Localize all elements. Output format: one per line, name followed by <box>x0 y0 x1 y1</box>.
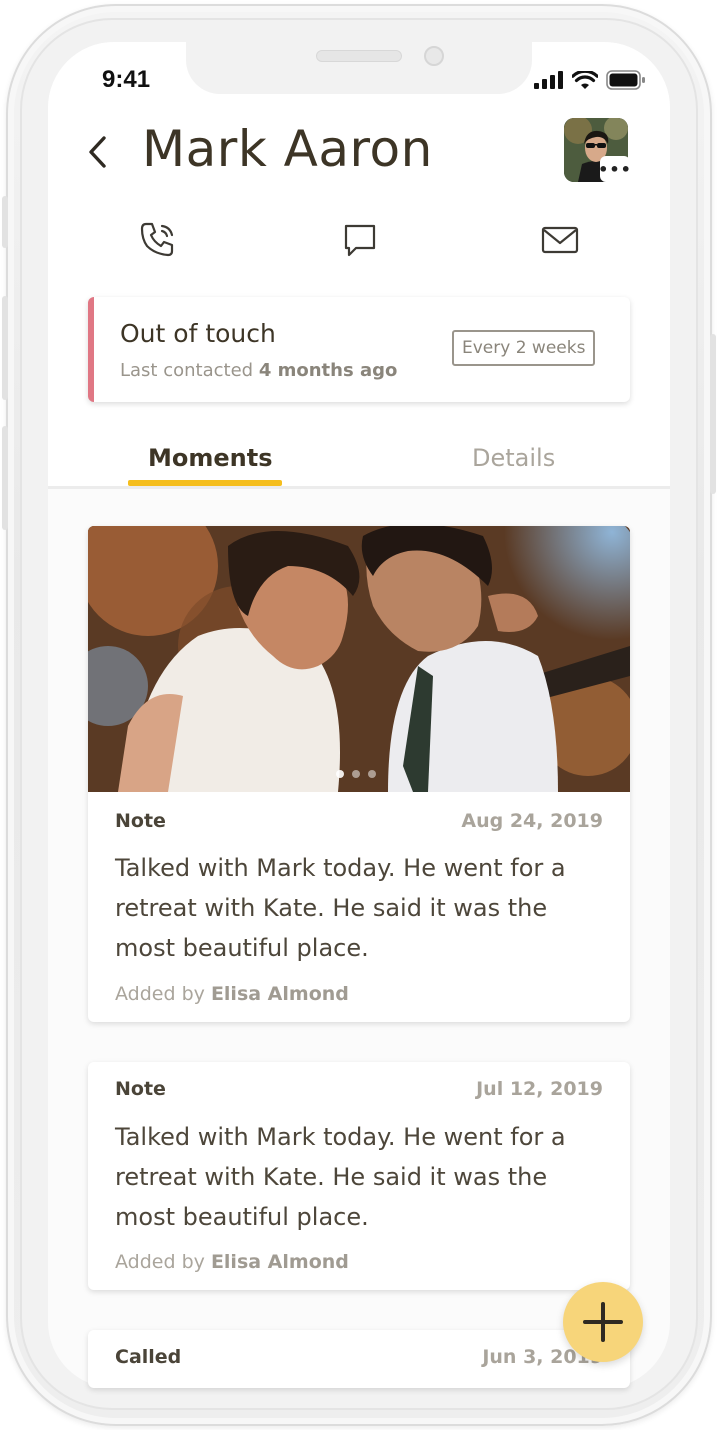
moment-card[interactable]: Note Aug 24, 2019 Talked with Mark today… <box>88 526 630 1022</box>
volume-up-button <box>2 296 8 400</box>
added-by-label: Added by <box>115 1251 205 1273</box>
added-by-name: Elisa Almond <box>210 1251 349 1273</box>
page-title: Mark Aaron <box>142 120 433 178</box>
last-contacted-value: 4 months ago <box>258 360 398 381</box>
moment-added-by: Added by Elisa Almond <box>115 983 349 1005</box>
notch <box>186 40 532 94</box>
moment-card[interactable]: Called Jun 3, 2019 <box>88 1330 630 1388</box>
speaker <box>316 50 402 62</box>
moment-photo <box>88 526 630 792</box>
header-area <box>48 42 670 488</box>
back-button[interactable] <box>80 130 114 174</box>
front-camera <box>424 46 444 66</box>
added-by-label: Added by <box>115 983 205 1005</box>
more-options-button[interactable]: ••• <box>598 156 631 182</box>
wifi-icon <box>572 70 598 89</box>
moment-added-by: Added by Elisa Almond <box>115 1251 349 1273</box>
battery-icon <box>606 70 645 90</box>
mail-icon <box>541 226 579 254</box>
moment-type: Note <box>115 1078 166 1100</box>
moment-type: Called <box>115 1346 182 1368</box>
added-by-name: Elisa Almond <box>210 983 349 1005</box>
phone-icon <box>140 222 174 257</box>
header-divider <box>48 486 670 489</box>
active-tab-indicator <box>128 480 282 486</box>
volume-down-button <box>2 426 8 530</box>
status-time: 9:41 <box>102 66 151 93</box>
power-button <box>710 334 716 494</box>
tab-details[interactable]: Details <box>472 444 555 472</box>
moment-date: Jul 12, 2019 <box>476 1078 603 1100</box>
frequency-badge[interactable]: Every 2 weeks <box>452 330 596 366</box>
moment-body: Talked with Mark today. He went for a re… <box>115 1123 566 1231</box>
call-button[interactable] <box>136 218 180 262</box>
cellular-signal-icon <box>534 71 563 89</box>
moment-body: Talked with Mark today. He went for a re… <box>115 854 566 962</box>
status-icons <box>534 70 646 90</box>
add-moment-button[interactable] <box>563 1282 643 1362</box>
tab-moments[interactable]: Moments <box>148 444 273 472</box>
mute-switch <box>2 196 8 248</box>
moment-card[interactable]: Note Jul 12, 2019 Talked with Mark today… <box>88 1062 630 1290</box>
chat-bubble-icon <box>344 224 376 257</box>
contact-status-card[interactable]: Out of touch Last contacted 4 months ago… <box>88 297 630 402</box>
status-title: Out of touch <box>120 319 276 348</box>
moment-date: Aug 24, 2019 <box>461 810 603 832</box>
last-contacted-label: Last contacted <box>120 360 254 381</box>
last-contacted: Last contacted 4 months ago <box>120 360 397 381</box>
message-button[interactable] <box>338 218 382 262</box>
chevron-left-icon <box>89 136 106 168</box>
moment-photo-image <box>88 526 630 792</box>
plus-icon <box>583 1302 623 1342</box>
email-button[interactable] <box>538 218 582 262</box>
moment-type: Note <box>115 810 166 832</box>
